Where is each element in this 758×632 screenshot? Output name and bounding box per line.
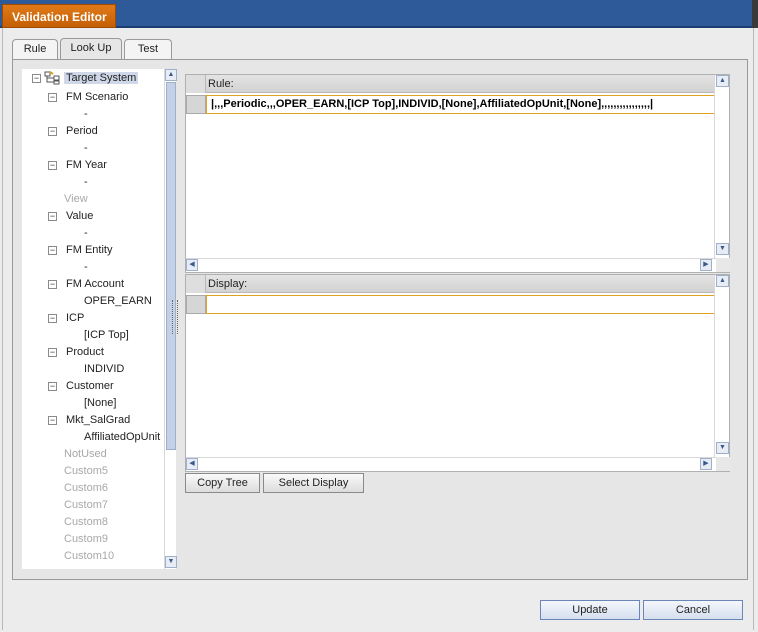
rule-pane-title: Rule:	[208, 78, 234, 90]
display-pane-title: Display:	[208, 278, 248, 290]
display-horizontal-scrollbar[interactable]: ◀ ▶	[186, 457, 716, 471]
collapse-icon[interactable]: −	[48, 93, 57, 102]
tree-node-fm-year[interactable]: FM Year	[66, 159, 107, 171]
scroll-up-icon[interactable]: ▲	[716, 75, 729, 87]
panel-splitter-handle[interactable]	[172, 300, 178, 334]
tree-node-icp[interactable]: ICP	[66, 312, 84, 324]
tree-scrollbar-thumb[interactable]	[166, 82, 176, 450]
title-bar-edge	[752, 0, 758, 28]
display-expression-cell[interactable]	[206, 295, 716, 314]
tree-node-mkt-salgrad[interactable]: Mkt_SalGrad	[66, 414, 130, 426]
collapse-icon[interactable]: −	[48, 382, 57, 391]
tree-node-view: View	[64, 193, 88, 205]
display-vertical-scrollbar[interactable]: ▲ ▼	[714, 275, 729, 457]
update-button[interactable]: Update	[540, 600, 640, 620]
tree-value-value[interactable]: -	[84, 227, 88, 239]
rule-expression-cell[interactable]: |,,,Periodic,,,OPER_EARN,[ICP Top],INDIV…	[206, 95, 716, 114]
hierarchy-icon	[44, 71, 60, 85]
scroll-right-icon[interactable]: ▶	[700, 458, 712, 470]
display-row-header[interactable]	[186, 295, 206, 314]
tree-node-product[interactable]: Product	[66, 346, 104, 358]
tree-node-custom9: Custom9	[64, 533, 109, 545]
collapse-icon[interactable]: −	[48, 161, 57, 170]
scroll-right-icon[interactable]: ▶	[700, 259, 712, 271]
tree-node-value[interactable]: Value	[66, 210, 93, 222]
tree-value-fm-account[interactable]: OPER_EARN	[84, 295, 152, 307]
scroll-down-icon[interactable]: ▼	[716, 243, 729, 255]
select-display-button[interactable]: Select Display	[263, 473, 364, 493]
cancel-button[interactable]: Cancel	[643, 600, 743, 620]
collapse-icon[interactable]: −	[48, 127, 57, 136]
tree-node-period[interactable]: Period	[66, 125, 98, 137]
tree-node-custom10: Custom10	[64, 550, 115, 562]
tab-test[interactable]: Test	[124, 39, 172, 60]
window-title: Validation Editor	[2, 4, 116, 28]
collapse-icon[interactable]: −	[48, 280, 57, 289]
tree-node-custom5: Custom5	[64, 465, 109, 477]
copy-tree-button[interactable]: Copy Tree	[185, 473, 260, 493]
scroll-left-icon[interactable]: ◀	[186, 259, 198, 271]
collapse-icon[interactable]: −	[48, 416, 57, 425]
tree-node-fm-account[interactable]: FM Account	[66, 278, 124, 290]
tree-node-custom7: Custom7	[64, 499, 109, 511]
collapse-icon[interactable]: −	[32, 74, 41, 83]
scroll-up-icon[interactable]: ▲	[716, 275, 729, 287]
scroll-left-icon[interactable]: ◀	[186, 458, 198, 470]
tree-node-custom8: Custom8	[64, 516, 109, 528]
tree-value-product[interactable]: INDIVID	[84, 363, 124, 375]
tree-node-customer[interactable]: Customer	[66, 380, 114, 392]
display-pane: Display: ▲ ▼ ◀ ▶	[185, 274, 731, 472]
tree-node-custom6: Custom6	[64, 482, 109, 494]
collapse-icon[interactable]: −	[48, 212, 57, 221]
tree-value-icp[interactable]: [ICP Top]	[84, 329, 129, 341]
scroll-corner	[716, 258, 731, 272]
title-bar: Validation Editor	[0, 0, 758, 28]
collapse-icon[interactable]: −	[48, 314, 57, 323]
tree-value-fm-year[interactable]: -	[84, 176, 88, 188]
rule-horizontal-scrollbar[interactable]: ◀ ▶	[186, 258, 716, 272]
scroll-up-icon[interactable]: ▲	[165, 69, 177, 81]
rule-row-header[interactable]	[186, 95, 206, 114]
scroll-corner	[716, 457, 731, 471]
target-system-tree: − Target System − FM Scenario - − Period…	[22, 69, 166, 569]
tree-node-fm-entity[interactable]: FM Entity	[66, 244, 112, 256]
tree-value-customer[interactable]: [None]	[84, 397, 116, 409]
tree-value-period[interactable]: -	[84, 142, 88, 154]
tab-look-up[interactable]: Look Up	[60, 38, 122, 60]
rule-pane-header: Rule:	[186, 75, 716, 93]
scroll-down-icon[interactable]: ▼	[716, 442, 729, 454]
tree-value-mkt-salgrad[interactable]: AffiliatedOpUnit	[84, 431, 160, 443]
tree-node-notused: NotUsed	[64, 448, 107, 460]
tree-value-fm-scenario[interactable]: -	[84, 108, 88, 120]
display-pane-header: Display:	[186, 275, 716, 293]
tree-value-fm-entity[interactable]: -	[84, 261, 88, 273]
tree-node-fm-scenario[interactable]: FM Scenario	[66, 91, 128, 103]
collapse-icon[interactable]: −	[48, 246, 57, 255]
collapse-icon[interactable]: −	[48, 348, 57, 357]
display-pane-corner	[186, 275, 206, 293]
rule-vertical-scrollbar[interactable]: ▲ ▼	[714, 75, 729, 258]
rule-pane-corner	[186, 75, 206, 93]
tree-root-target-system[interactable]: Target System	[64, 72, 139, 84]
tab-rule[interactable]: Rule	[12, 39, 58, 60]
scroll-down-icon[interactable]: ▼	[165, 556, 177, 568]
rule-pane: Rule: |,,,Periodic,,,OPER_EARN,[ICP Top]…	[185, 74, 731, 273]
